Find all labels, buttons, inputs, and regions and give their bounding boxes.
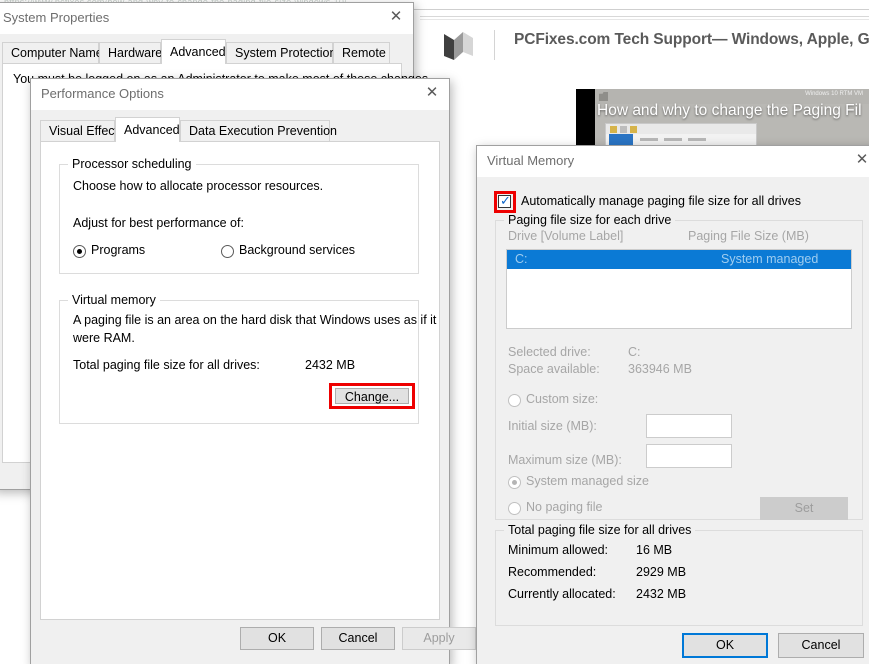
system-properties-tabstrip: Computer Name Hardware Advanced System P… <box>2 39 402 64</box>
performance-options-tabpanel: Processor scheduling Choose how to alloc… <box>40 141 440 620</box>
performance-options-titlebar[interactable]: Performance Options ✕ <box>31 79 449 110</box>
explorer-window-preview <box>605 123 757 147</box>
radio-programs-label[interactable]: Programs <box>91 243 145 257</box>
explorer-tab-label-3 <box>688 138 706 141</box>
drive-listbox[interactable]: C: System managed <box>506 249 852 329</box>
recommended-label: Recommended: <box>508 565 597 579</box>
explorer-icon-1 <box>610 126 617 133</box>
tab-advanced[interactable]: Advanced <box>115 117 180 142</box>
column-header-paging-file-size: Paging File Size (MB) <box>688 229 809 243</box>
paging-file-size-legend: Paging file size for each drive <box>504 213 676 227</box>
virtual-memory-group: Virtual memory A paging file is an area … <box>59 293 436 424</box>
selected-drive-label: Selected drive: <box>508 345 591 359</box>
close-icon[interactable]: ✕ <box>379 3 413 31</box>
video-frame: Windows 10 RTM VM How and why to change … <box>595 89 869 147</box>
change-button[interactable]: Change... <box>335 388 409 404</box>
adjust-for-best-performance-label: Adjust for best performance of: <box>73 216 244 230</box>
total-paging-legend: Total paging file size for all drives <box>504 523 696 537</box>
radio-no-paging-file-label[interactable]: No paging file <box>526 500 602 514</box>
processor-scheduling-description: Choose how to allocate processor resourc… <box>73 179 324 193</box>
tab-computer-name[interactable]: Computer Name <box>2 42 103 63</box>
performance-cancel-button[interactable]: Cancel <box>321 627 395 650</box>
radio-custom-size-label[interactable]: Custom size: <box>526 392 598 406</box>
pcfixes-m-logo-icon[interactable] <box>442 30 476 62</box>
recommended-value: 2929 MB <box>636 565 687 579</box>
video-title-overlay: How and why to change the Paging Fil <box>597 102 862 119</box>
set-button[interactable]: Set <box>760 497 848 520</box>
virtual-memory-ok-button[interactable]: OK <box>682 633 768 658</box>
initial-size-input[interactable] <box>646 414 732 438</box>
screenshot-root: https://www.pcfixes.com/how-and-why-to-c… <box>0 0 869 664</box>
space-available-value: 363946 MB <box>628 362 692 376</box>
total-paging-file-size-value: 2432 MB <box>305 358 356 372</box>
system-properties-title: System Properties <box>3 10 110 25</box>
selected-drive-value: C: <box>628 345 641 359</box>
radio-programs[interactable] <box>73 245 86 258</box>
auto-manage-checkbox[interactable]: ✓ <box>498 193 511 208</box>
explorer-tab-label-2 <box>664 138 682 141</box>
minimum-allowed-value: 16 MB <box>636 543 673 557</box>
performance-options-dialog: Performance Options ✕ Visual Effects Adv… <box>30 78 476 664</box>
tab-system-protection[interactable]: System Protection <box>226 42 336 63</box>
auto-manage-label[interactable]: Automatically manage paging file size fo… <box>521 194 801 208</box>
video-corner-label: Windows 10 RTM VM <box>805 91 863 97</box>
performance-apply-button: Apply <box>402 627 476 650</box>
currently-allocated-label: Currently allocated: <box>508 587 616 601</box>
table-row[interactable]: C: System managed <box>507 250 851 269</box>
initial-size-label: Initial size (MB): <box>508 419 597 433</box>
radio-background-services[interactable] <box>221 245 234 258</box>
close-icon[interactable]: ✕ <box>845 146 869 174</box>
space-available-label: Space available: <box>508 362 600 376</box>
performance-ok-button[interactable]: OK <box>240 627 314 650</box>
explorer-file-tab <box>609 134 633 145</box>
virtual-memory-legend: Virtual memory <box>68 293 160 307</box>
tab-remote[interactable]: Remote <box>333 42 390 63</box>
tab-advanced[interactable]: Advanced <box>161 39 226 64</box>
system-properties-titlebar[interactable]: System Properties ✕ <box>0 3 413 34</box>
radio-no-paging-file[interactable] <box>508 502 521 515</box>
total-paging-group: Total paging file size for all drives Mi… <box>495 523 863 626</box>
radio-custom-size[interactable] <box>508 394 521 407</box>
column-header-drive: Drive [Volume Label] <box>508 229 624 243</box>
virtual-memory-description-line1: A paging file is an area on the hard dis… <box>73 313 437 327</box>
video-thumbnail[interactable]: Windows 10 RTM VM How and why to change … <box>576 89 869 147</box>
cell-paging-size: System managed <box>721 252 819 266</box>
radio-background-services-label[interactable]: Background services <box>239 243 355 257</box>
site-title[interactable]: PCFixes.com Tech Support— Windows, Apple… <box>514 31 869 49</box>
virtual-memory-description-line2: were RAM. <box>73 331 135 345</box>
tab-data-execution-prevention[interactable]: Data Execution Prevention <box>180 120 337 141</box>
explorer-tab-label-1 <box>640 138 658 141</box>
cell-drive: C: <box>515 252 528 266</box>
processor-scheduling-group: Processor scheduling Choose how to alloc… <box>59 157 419 274</box>
virtual-memory-titlebar[interactable]: Virtual Memory ✕ <box>477 146 869 177</box>
minimum-allowed-label: Minimum allowed: <box>508 543 609 557</box>
currently-allocated-value: 2432 MB <box>636 587 687 601</box>
performance-options-tabstrip: Visual Effects Advanced Data Execution P… <box>40 117 440 142</box>
paging-file-size-group: Paging file size for each drive Drive [V… <box>495 213 863 520</box>
browser-divider-1 <box>420 16 869 17</box>
close-icon[interactable]: ✕ <box>415 79 449 107</box>
maximum-size-input[interactable] <box>646 444 732 468</box>
explorer-icon-3 <box>630 126 637 133</box>
virtual-memory-title: Virtual Memory <box>487 153 575 168</box>
maximum-size-label: Maximum size (MB): <box>508 453 622 467</box>
virtual-memory-cancel-button[interactable]: Cancel <box>778 633 864 658</box>
header-divider <box>494 30 495 60</box>
checkmark-icon: ✓ <box>500 193 511 208</box>
explorer-icon-2 <box>620 126 627 133</box>
tab-hardware[interactable]: Hardware <box>99 42 162 63</box>
tab-visual-effects[interactable]: Visual Effects <box>40 120 124 141</box>
total-paging-file-size-label: Total paging file size for all drives: <box>73 358 260 372</box>
site-header: PCFixes.com Tech Support— Windows, Apple… <box>420 20 869 74</box>
processor-scheduling-legend: Processor scheduling <box>68 157 196 171</box>
radio-system-managed-size[interactable] <box>508 476 521 489</box>
radio-system-managed-size-label[interactable]: System managed size <box>526 474 649 488</box>
performance-options-title: Performance Options <box>41 86 164 101</box>
virtual-memory-dialog: Virtual Memory ✕ ✓ Automatically manage … <box>476 145 869 664</box>
